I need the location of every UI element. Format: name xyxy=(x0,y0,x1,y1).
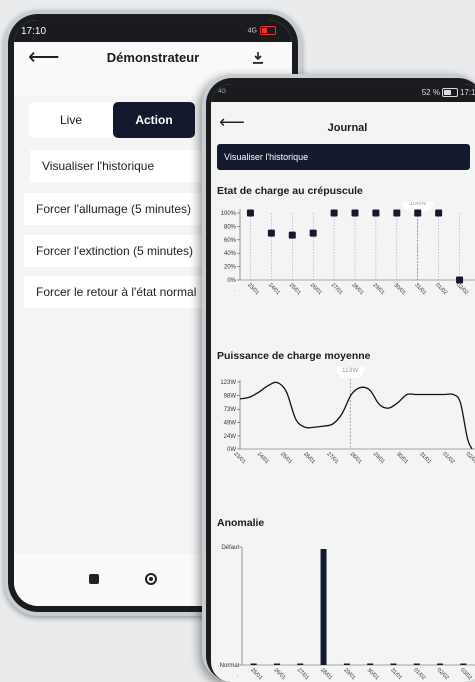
chart-title-charge-state: Etat de charge au crépuscule xyxy=(217,185,363,197)
x-tick-label: 28/01 xyxy=(351,282,365,296)
x-tick-label: 28/01 xyxy=(319,667,333,681)
y-tick-label: Normal xyxy=(220,663,239,669)
page-title: Journal xyxy=(327,122,368,134)
data-point xyxy=(435,209,443,217)
x-tick-label: . xyxy=(234,287,235,293)
x-tick-label: 26/01 xyxy=(273,667,287,681)
recents-square-icon[interactable] xyxy=(89,574,99,584)
bar xyxy=(367,663,374,665)
x-tick-label: 01/02 xyxy=(441,451,455,465)
x-tick-label: 01/02 xyxy=(412,667,426,681)
x-tick-label: 29/01 xyxy=(371,282,385,296)
x-tick-label: 29/01 xyxy=(342,667,356,681)
bar xyxy=(250,663,257,665)
battery-percent: 52 % xyxy=(421,88,440,97)
home-circle-icon[interactable] xyxy=(145,573,157,585)
x-tick-label: 27/01 xyxy=(325,451,339,465)
x-tick-label: 24/01 xyxy=(267,282,281,296)
chart-charge-state: 0% 20% 40% 60% 80% 100% 100%. 23/01 24/01 25/01 26… xyxy=(221,202,475,296)
data-point xyxy=(351,209,359,217)
download-icon[interactable] xyxy=(253,51,263,64)
x-tick-label: 31/01 xyxy=(418,451,432,465)
status-bar: 4G 52 % 17:14 xyxy=(211,84,475,102)
x-tick-label: 26/01 xyxy=(302,451,316,465)
bar xyxy=(320,549,327,665)
bar xyxy=(390,663,397,665)
status-indicators: 4G xyxy=(248,26,276,35)
x-tick-label: 02/02 xyxy=(455,282,469,296)
status-time: 17:10 xyxy=(21,26,47,37)
bar xyxy=(437,663,444,665)
data-point xyxy=(330,209,338,217)
y-tick-label: 0% xyxy=(227,278,236,284)
tooltip-label: 113W xyxy=(342,367,359,374)
battery-icon xyxy=(441,88,458,98)
x-tick-label: 30/01 xyxy=(392,282,406,296)
series-line xyxy=(239,381,473,450)
phone-journal: 4G 52 %17:14 ⟵ Journal Visualiser l'hist… xyxy=(202,74,475,682)
y-tick-label: 24W xyxy=(224,434,237,440)
battery-low-icon xyxy=(260,26,276,35)
x-tick-label: 02/02 xyxy=(436,667,450,681)
x-tick-label: 29/01 xyxy=(372,451,386,465)
x-tick-label: 30/01 xyxy=(366,667,380,681)
bar xyxy=(343,663,350,665)
x-tick-label: 02/02 xyxy=(465,451,475,465)
y-tick-label: 40% xyxy=(224,251,237,257)
x-tick-label: 27/01 xyxy=(330,282,344,296)
live-action-toggle: Live Action xyxy=(29,102,195,138)
x-tick-label: 25/01 xyxy=(279,451,293,465)
phone-screen: 4G 52 %17:14 ⟵ Journal Visualiser l'hist… xyxy=(211,84,475,682)
x-tick-label: 03/02 xyxy=(459,667,473,681)
tab-action[interactable]: Action xyxy=(113,102,195,138)
tooltip-label: 100% xyxy=(409,202,426,207)
data-point xyxy=(309,229,317,237)
status-indicators: 52 % 17:14 xyxy=(421,88,475,98)
chart-title-anomaly: Anomalie xyxy=(217,517,265,529)
x-tick-label: 23/01 xyxy=(246,282,260,296)
bar xyxy=(460,663,467,665)
bar xyxy=(273,663,280,665)
y-tick-label: 100% xyxy=(221,211,237,217)
data-point xyxy=(288,231,296,239)
signal-icon: 4G xyxy=(247,27,257,35)
x-tick-label: 26/01 xyxy=(309,282,323,296)
page-title: Démonstrateur xyxy=(106,50,200,65)
data-point xyxy=(372,209,380,217)
chart-anomaly: Défaut Normal. 25/01 26/01 27/01 28/01 29/01 30… xyxy=(220,545,475,681)
y-tick-label: 49W xyxy=(224,420,237,426)
y-tick-label: 98W xyxy=(224,394,237,400)
data-point xyxy=(393,209,401,217)
x-tick-label: 01/02 xyxy=(434,282,448,296)
view-history-button[interactable]: Visualiser l'historique xyxy=(217,144,470,170)
chart-power: 0W24W49W73W98W123W113W23/01 24/01 25/01 26/… xyxy=(220,367,475,465)
x-tick-label: 31/01 xyxy=(389,667,403,681)
y-tick-label: 80% xyxy=(224,224,237,230)
x-tick-label: 27/01 xyxy=(296,667,310,681)
bar xyxy=(413,663,420,665)
data-point xyxy=(267,229,275,237)
y-tick-label: 123W xyxy=(220,380,236,386)
y-tick-label: 20% xyxy=(224,265,237,271)
y-tick-label: Défaut xyxy=(221,545,239,551)
x-tick-label: 23/01 xyxy=(233,451,247,465)
chart-title-power: Puissance de charge moyenne xyxy=(217,350,371,362)
x-tick-label: 25/01 xyxy=(288,282,302,296)
status-time: 17:14 xyxy=(459,88,475,97)
signal-icon: 4G xyxy=(218,89,227,95)
data-point xyxy=(414,209,422,217)
x-tick-label: . xyxy=(237,673,238,679)
bar xyxy=(297,663,304,665)
x-tick-label: 28/01 xyxy=(349,451,363,465)
data-point xyxy=(246,209,254,217)
status-bar: 17:10 4G xyxy=(14,20,292,42)
y-tick-label: 73W xyxy=(224,407,237,413)
x-tick-label: 31/01 xyxy=(413,282,427,296)
tab-live[interactable]: Live xyxy=(29,102,113,138)
x-tick-label: 24/01 xyxy=(256,451,270,465)
x-tick-label: 25/01 xyxy=(249,667,263,681)
y-tick-label: 60% xyxy=(224,238,237,244)
x-tick-label: 30/01 xyxy=(395,451,409,465)
